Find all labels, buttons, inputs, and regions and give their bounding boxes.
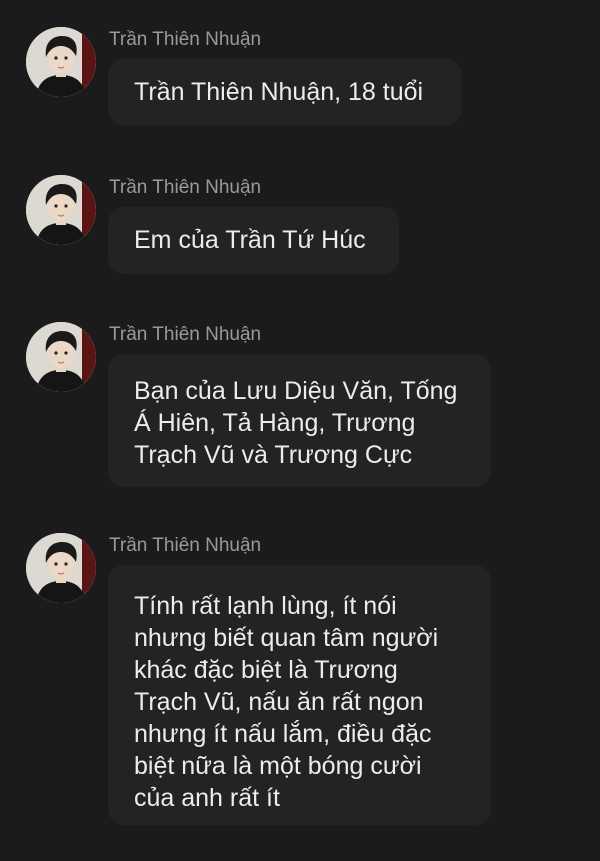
sender-name: Trần Thiên Nhuận xyxy=(109,29,262,50)
chat-message: Trần Thiên Nhuận Em của Trần Tứ Húc xyxy=(0,175,600,285)
chat-message: Trần Thiên Nhuận Trần Thiên Nhuận, 18 tu… xyxy=(0,27,600,137)
chat-message: Trần Thiên Nhuận Tính rất lạnh lùng, ít … xyxy=(0,533,600,833)
message-text: Bạn của Lưu Diệu Văn, Tống Á Hiên, Tả Hà… xyxy=(134,377,458,469)
message-text: Trần Thiên Nhuận, 18 tuổi xyxy=(134,78,424,106)
message-bubble[interactable]: Trần Thiên Nhuận, 18 tuổi xyxy=(108,59,462,125)
avatar-icon[interactable] xyxy=(26,175,96,245)
sender-name: Trần Thiên Nhuận xyxy=(109,324,262,345)
message-bubble[interactable]: Tính rất lạnh lùng, ít nói nhưng biết qu… xyxy=(108,565,491,825)
avatar-icon[interactable] xyxy=(26,533,96,603)
chat-thread: Trần Thiên Nhuận Trần Thiên Nhuận, 18 tu… xyxy=(0,0,600,861)
message-bubble[interactable]: Bạn của Lưu Diệu Văn, Tống Á Hiên, Tả Hà… xyxy=(108,354,491,487)
avatar-icon[interactable] xyxy=(26,322,96,392)
sender-name: Trần Thiên Nhuận xyxy=(109,177,262,198)
message-text: Em của Trần Tứ Húc xyxy=(134,226,366,254)
chat-message: Trần Thiên Nhuận Bạn của Lưu Diệu Văn, T… xyxy=(0,322,600,492)
message-bubble[interactable]: Em của Trần Tứ Húc xyxy=(108,207,399,274)
message-text: Tính rất lạnh lùng, ít nói nhưng biết qu… xyxy=(134,592,439,812)
sender-name: Trần Thiên Nhuận xyxy=(109,535,262,556)
avatar-icon[interactable] xyxy=(26,27,96,97)
